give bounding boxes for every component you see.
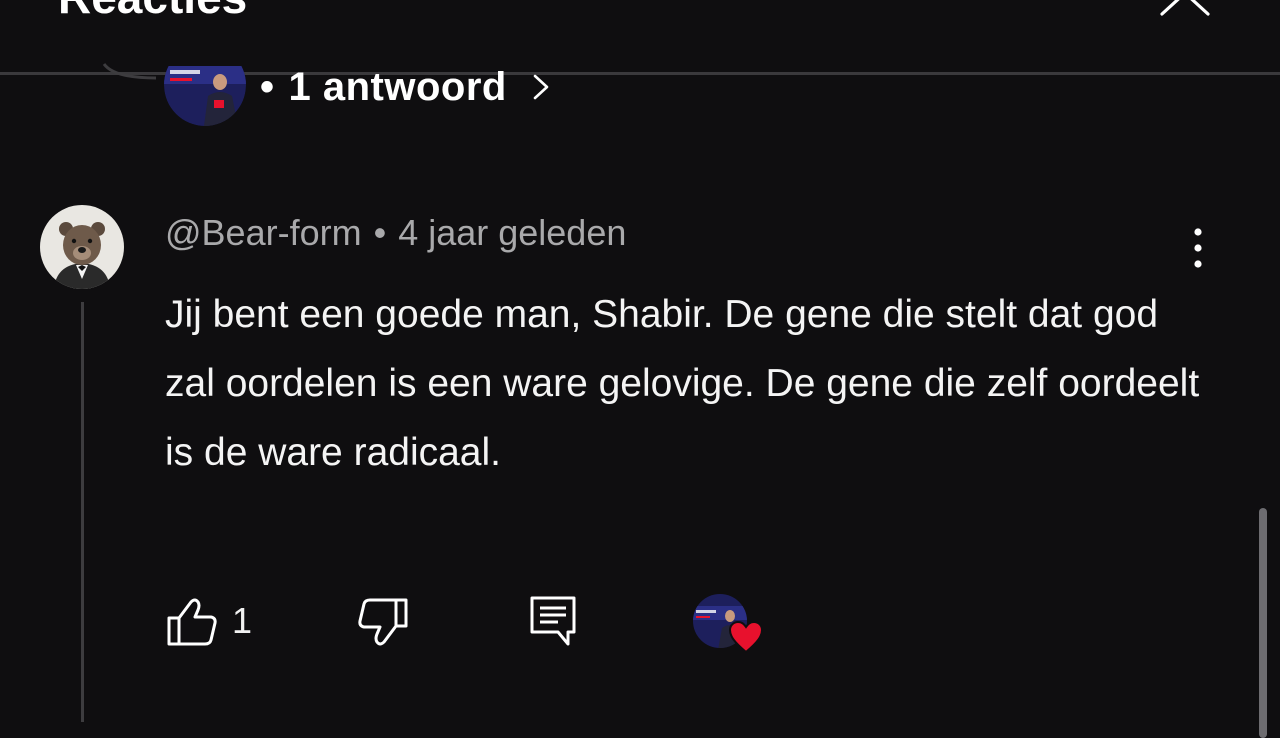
reply-dot: • bbox=[260, 64, 275, 109]
comment-author[interactable]: @Bear-form bbox=[165, 212, 362, 253]
reply-button[interactable] bbox=[528, 594, 578, 650]
thumbs-down-icon bbox=[358, 598, 408, 646]
like-button[interactable] bbox=[165, 596, 219, 648]
comment-actions: 1 bbox=[0, 590, 1280, 660]
channel-avatar-image bbox=[164, 66, 246, 126]
more-vert-icon bbox=[1194, 228, 1202, 268]
dislike-button[interactable] bbox=[356, 596, 410, 648]
thread-connector bbox=[102, 63, 157, 80]
reply-icon bbox=[530, 596, 576, 646]
page-title: Reacties bbox=[58, 0, 247, 24]
chevron-right-icon bbox=[533, 74, 549, 100]
meta-separator: • bbox=[373, 212, 387, 253]
close-icon bbox=[1160, 0, 1210, 16]
comment-meta: @Bear-form • 4 jaar geleden bbox=[165, 212, 626, 254]
comment-text: Jij bent een goede man, Shabir. De gene … bbox=[165, 293, 1200, 474]
thumbs-up-icon bbox=[167, 598, 217, 646]
heart-icon bbox=[728, 620, 764, 654]
comment-author-avatar[interactable] bbox=[40, 205, 124, 289]
comment-timestamp[interactable]: 4 jaar geleden bbox=[398, 212, 626, 253]
more-actions-button[interactable] bbox=[1186, 226, 1210, 270]
reply-count-text: • 1 antwoord bbox=[260, 65, 507, 110]
scrollbar-thumb[interactable] bbox=[1259, 508, 1267, 738]
close-button[interactable] bbox=[1156, 0, 1212, 20]
reply-author-avatar[interactable] bbox=[164, 66, 246, 126]
creator-heart bbox=[692, 592, 764, 656]
bear-avatar-image bbox=[40, 205, 124, 289]
like-count: 1 bbox=[232, 600, 253, 641]
reply-count-label: 1 antwoord bbox=[288, 64, 507, 109]
view-replies-link[interactable]: • 1 antwoord bbox=[260, 64, 551, 110]
